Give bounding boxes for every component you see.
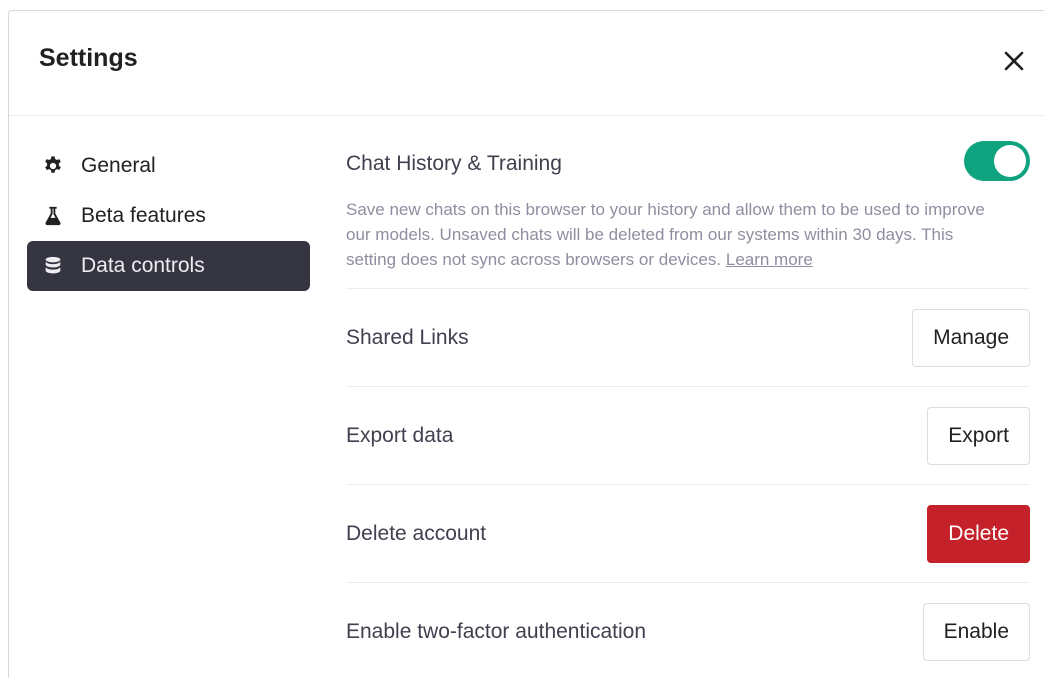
delete-account-row: Delete account Delete bbox=[346, 485, 1030, 583]
toggle-knob bbox=[994, 145, 1026, 177]
chat-history-label: Chat History & Training bbox=[346, 152, 562, 175]
sidebar-item-data-controls[interactable]: Data controls bbox=[27, 241, 310, 291]
sidebar-item-label: General bbox=[81, 154, 156, 177]
dialog-header: Settings bbox=[9, 11, 1044, 116]
chat-history-toggle[interactable] bbox=[964, 141, 1030, 181]
sidebar-item-label: Beta features bbox=[81, 204, 206, 227]
sidebar-item-general[interactable]: General bbox=[27, 141, 310, 191]
manage-button[interactable]: Manage bbox=[912, 308, 1030, 367]
sidebar-item-label: Data controls bbox=[81, 254, 205, 277]
enable-button[interactable]: Enable bbox=[922, 603, 1030, 661]
settings-dialog: Settings General Beta features Data cont… bbox=[8, 10, 1044, 678]
gear-icon bbox=[41, 154, 65, 178]
shared-links-label: Shared Links bbox=[346, 325, 469, 349]
shared-links-row: Shared Links Manage bbox=[346, 289, 1030, 387]
data-controls-panel: Chat History & Training Save new chats o… bbox=[346, 141, 1030, 678]
settings-sidebar: General Beta features Data controls bbox=[27, 141, 310, 291]
delete-account-label: Delete account bbox=[346, 521, 487, 545]
export-data-label: Export data bbox=[346, 423, 454, 447]
chat-history-description: Save new chats on this browser to your h… bbox=[346, 197, 1006, 272]
description-text: Save new chats on this browser to your h… bbox=[346, 200, 985, 269]
learn-more-link[interactable]: Learn more bbox=[726, 250, 813, 269]
two-factor-label: Enable two-factor authentication bbox=[346, 620, 647, 643]
sidebar-item-beta-features[interactable]: Beta features bbox=[27, 191, 310, 241]
flask-icon bbox=[41, 204, 65, 228]
delete-button[interactable]: Delete bbox=[927, 504, 1030, 563]
database-icon bbox=[41, 254, 65, 278]
two-factor-row: Enable two-factor authentication Enable bbox=[346, 583, 1030, 678]
dialog-title: Settings bbox=[39, 44, 138, 72]
chat-history-setting: Chat History & Training Save new chats o… bbox=[346, 141, 1030, 289]
export-data-row: Export data Export bbox=[346, 387, 1030, 485]
close-button[interactable] bbox=[997, 44, 1031, 78]
close-icon bbox=[1004, 51, 1024, 71]
export-button[interactable]: Export bbox=[927, 406, 1030, 465]
